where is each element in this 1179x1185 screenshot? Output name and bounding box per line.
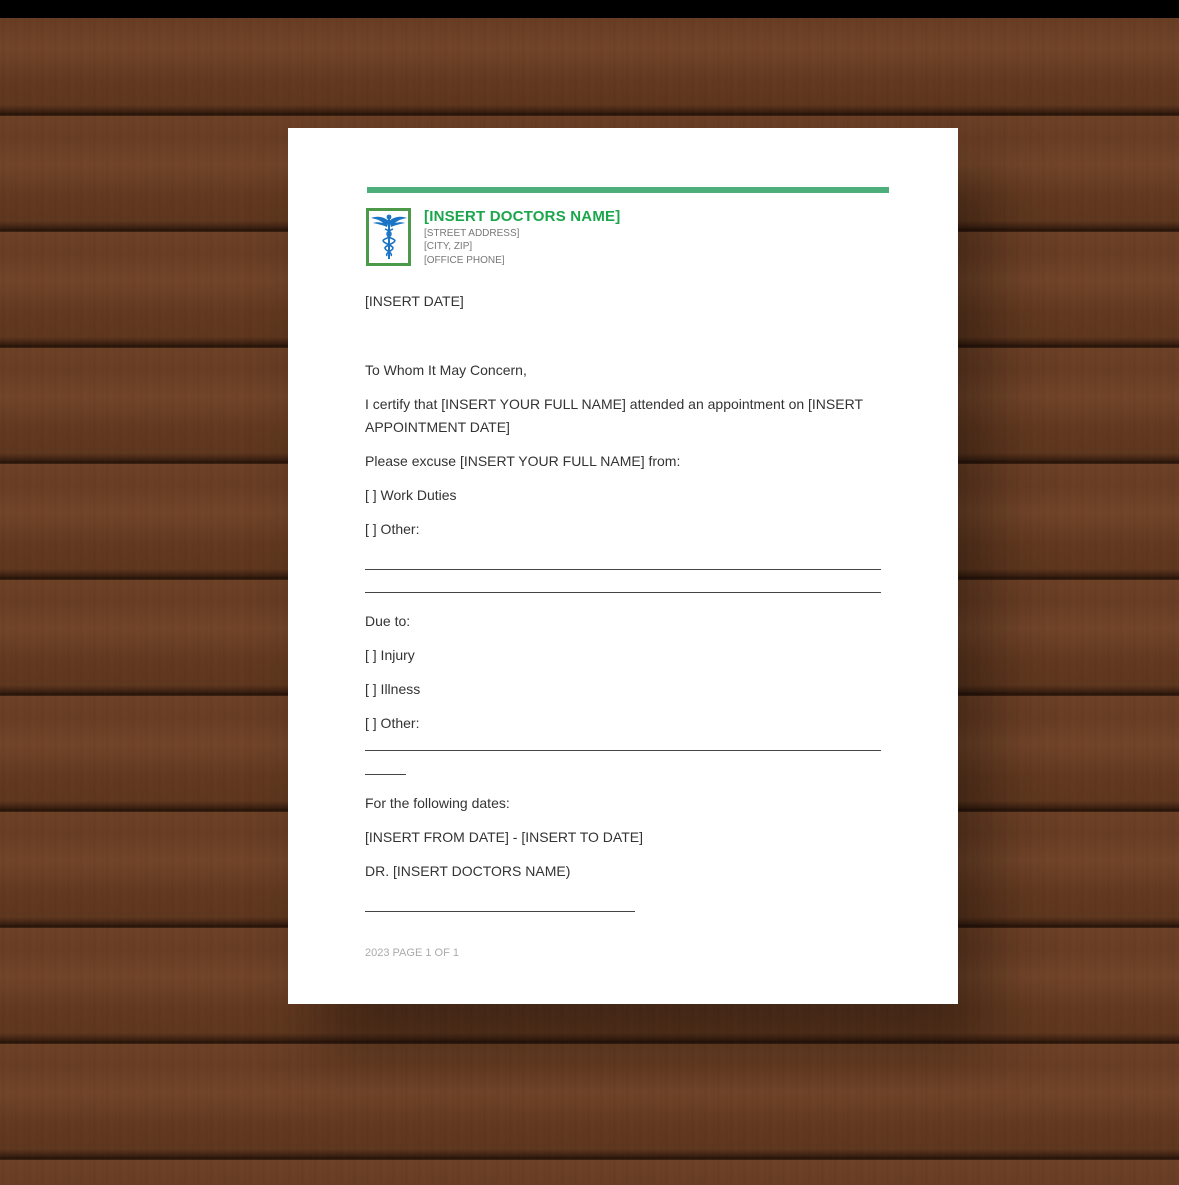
due-to-label: Due to: (365, 613, 411, 629)
option-injury: [ ] Injury (365, 647, 415, 663)
option-other-reason: [ ] Other: (365, 715, 420, 731)
option-work-duties: [ ] Work Duties (365, 487, 457, 503)
blank-line (365, 592, 881, 593)
doctor-name-heading: [INSERT DOCTORS NAME] (424, 208, 621, 225)
caduceus-icon (370, 214, 407, 259)
logo (366, 208, 411, 266)
salutation: To Whom It May Concern, (365, 362, 527, 378)
letter-page: [INSERT DOCTORS NAME] [STREET ADDRESS] [… (288, 128, 958, 1004)
blank-line (365, 569, 881, 570)
excuse-line: Please excuse [INSERT YOUR FULL NAME] fr… (365, 453, 681, 469)
blank-line (365, 750, 881, 751)
city-zip: [CITY, ZIP] (424, 241, 473, 252)
certify-line-2: APPOINTMENT DATE] (365, 419, 510, 435)
street-address: [STREET ADDRESS] (424, 228, 520, 239)
office-phone: [OFFICE PHONE] (424, 255, 505, 266)
letter-date: [INSERT DATE] (365, 293, 464, 309)
signature-name: DR. [INSERT DOCTORS NAME) (365, 863, 571, 879)
certify-line-1: I certify that [INSERT YOUR FULL NAME] a… (365, 396, 864, 412)
header-accent-rule (367, 187, 889, 193)
option-other-excuse: [ ] Other: (365, 521, 420, 537)
date-range: [INSERT FROM DATE] - [INSERT TO DATE] (365, 829, 643, 845)
blank-line (365, 774, 406, 775)
page-footer: 2023 PAGE 1 OF 1 (365, 947, 459, 959)
dates-label: For the following dates: (365, 795, 510, 811)
top-black-bar (0, 0, 1179, 18)
option-illness: [ ] Illness (365, 681, 421, 697)
signature-line (365, 911, 635, 912)
